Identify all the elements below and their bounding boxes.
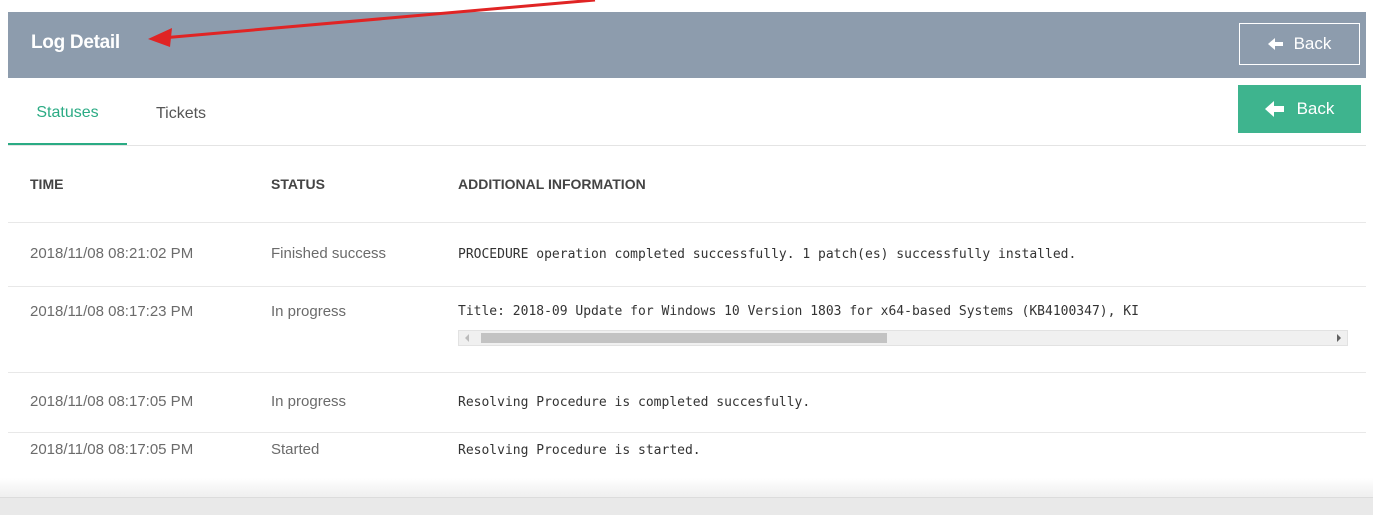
header-back-button[interactable]: Back <box>1239 23 1360 65</box>
table-row: 2018/11/08 08:17:05 PM In progress Resol… <box>8 372 1366 432</box>
arrow-left-icon <box>1267 38 1284 50</box>
log-detail-header: Log Detail Back <box>8 12 1366 78</box>
page-title: Log Detail <box>31 32 120 53</box>
tab-statuses[interactable]: Statuses <box>8 82 127 146</box>
info-cell: Title: 2018-09 Update for Windows 10 Ver… <box>458 304 1139 319</box>
scroll-right-icon[interactable] <box>1337 334 1341 342</box>
back-button-label: Back <box>1296 99 1335 118</box>
info-cell: Resolving Procedure is started. <box>458 443 701 458</box>
column-header-additional-information[interactable]: ADDITIONAL INFORMATION <box>458 146 646 222</box>
header-back-label: Back <box>1293 34 1332 53</box>
status-cell: Finished success <box>271 245 387 262</box>
scrollbar-thumb[interactable] <box>481 333 887 343</box>
time-cell: 2018/11/08 08:17:05 PM <box>30 393 194 410</box>
horizontal-scrollbar[interactable] <box>458 330 1348 346</box>
time-cell: 2018/11/08 08:17:05 PM <box>30 441 194 458</box>
table-row: 2018/11/08 08:21:02 PM Finished success … <box>8 222 1366 286</box>
table-row: 2018/11/08 08:17:05 PM Started Resolving… <box>8 432 1366 474</box>
torn-edge <box>0 497 1373 515</box>
table-row: 2018/11/08 08:17:23 PM In progress Title… <box>8 286 1366 372</box>
info-cell: PROCEDURE operation completed successful… <box>458 247 1077 262</box>
column-header-time[interactable]: TIME <box>30 146 63 222</box>
status-cell: In progress <box>271 303 347 320</box>
arrow-left-icon <box>1264 101 1285 117</box>
scroll-left-icon[interactable] <box>465 334 469 342</box>
column-header-status[interactable]: STATUS <box>271 146 325 222</box>
back-button[interactable]: Back <box>1238 85 1361 133</box>
status-cell: In progress <box>271 393 347 410</box>
tab-tickets[interactable]: Tickets <box>134 82 228 146</box>
status-cell: Started <box>271 441 320 458</box>
tabs-divider <box>8 145 1366 146</box>
time-cell: 2018/11/08 08:17:23 PM <box>30 303 194 320</box>
time-cell: 2018/11/08 08:21:02 PM <box>30 245 194 262</box>
info-cell: Resolving Procedure is completed succesf… <box>458 395 811 410</box>
